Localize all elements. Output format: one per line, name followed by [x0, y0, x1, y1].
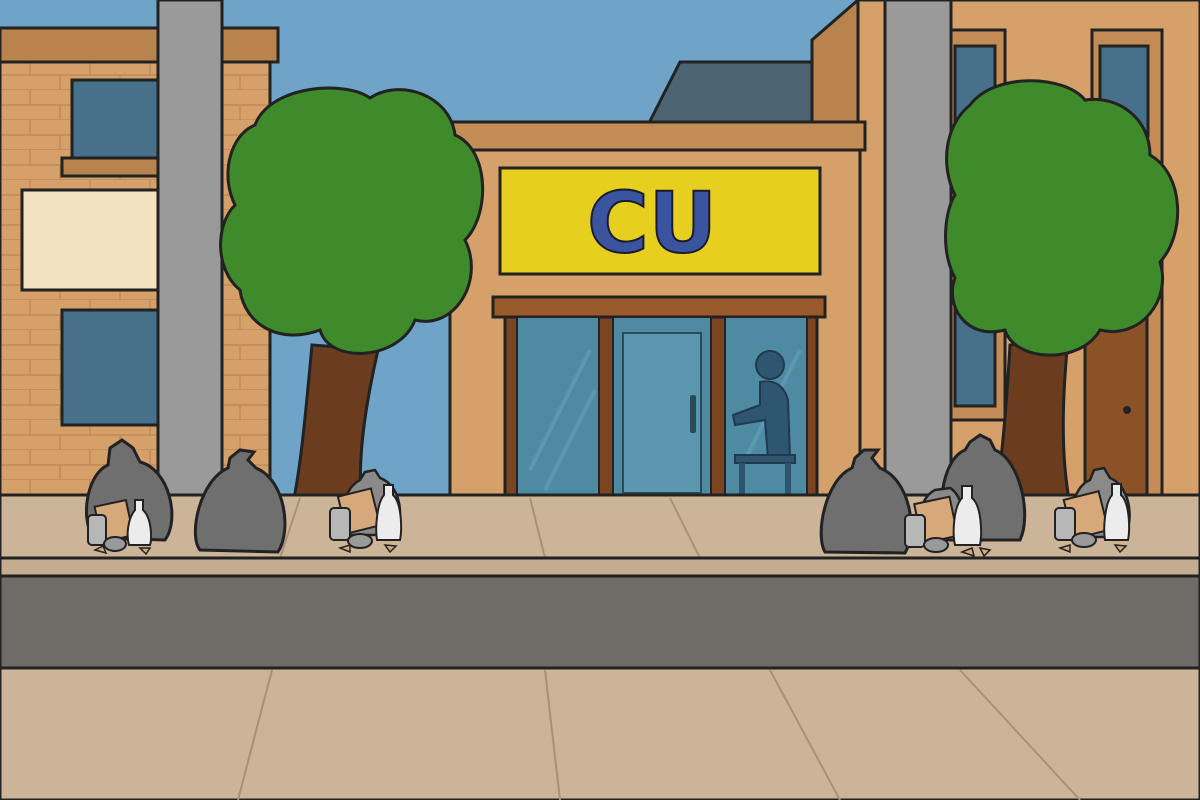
left-pole	[156, 0, 224, 547]
can-icon	[923, 537, 949, 553]
convenience-store: CU	[443, 120, 867, 502]
can-icon	[1071, 532, 1097, 548]
street-scene: CU	[0, 0, 1200, 800]
store-awning	[491, 295, 827, 319]
can-icon	[103, 536, 127, 552]
door-handle-icon	[690, 395, 696, 433]
left-building-window-upper	[70, 78, 166, 164]
right-pole	[883, 0, 953, 502]
curb	[0, 556, 1200, 578]
scene-canvas: CU	[0, 0, 1200, 800]
storefront-windows	[503, 315, 819, 502]
road	[0, 574, 1200, 670]
can-icon	[329, 507, 351, 541]
can-icon	[1054, 507, 1076, 541]
can-icon	[904, 514, 926, 548]
left-building-blank-sign	[20, 188, 174, 292]
left-building-window-lower	[60, 308, 172, 427]
store-sign-text: CU	[587, 174, 717, 272]
can-icon	[347, 533, 373, 549]
door-knob-icon	[1123, 406, 1131, 414]
can-icon	[87, 514, 107, 546]
store-sign: CU	[498, 166, 822, 276]
